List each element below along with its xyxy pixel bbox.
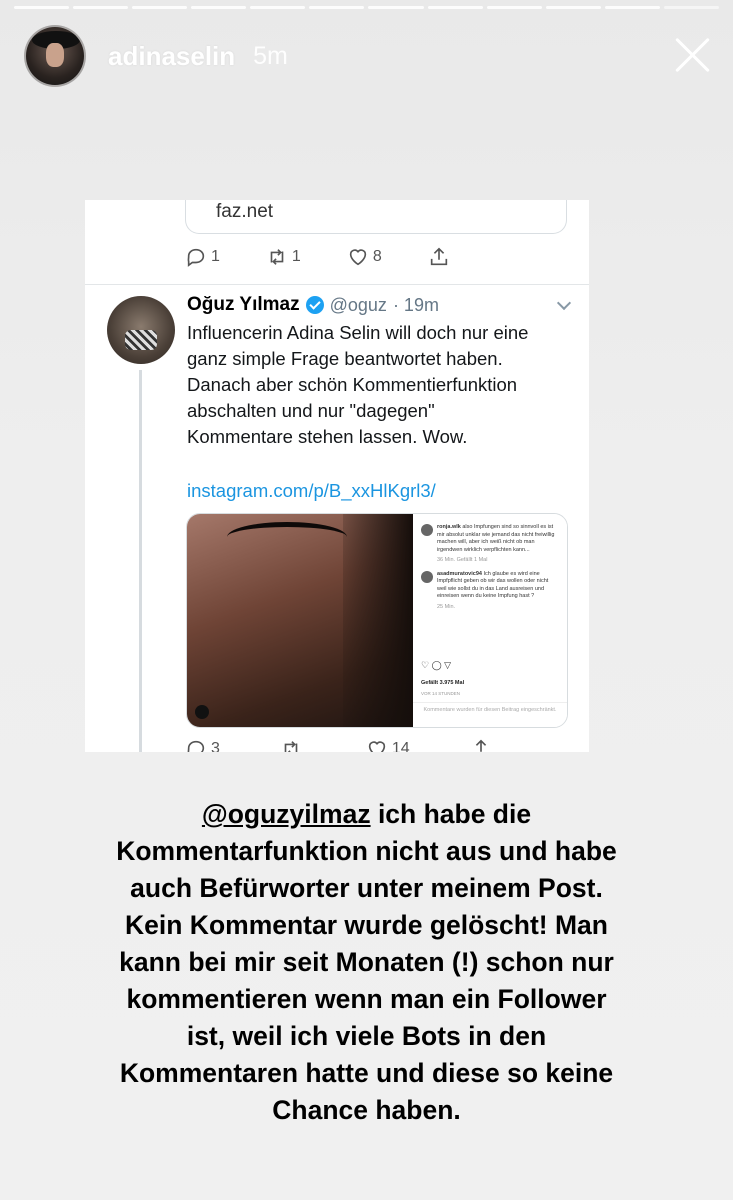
link-card: faz.net bbox=[185, 200, 567, 234]
caption-line-1: @oguzyilmaz ich habe die bbox=[40, 796, 693, 833]
tweet-actions: 1 1 8 bbox=[185, 246, 500, 268]
share-icon bbox=[430, 247, 447, 266]
comment: asadmuratovic94 Ich glaube es wird eine … bbox=[421, 570, 559, 612]
reply-count: 1 bbox=[211, 248, 220, 265]
comment-user: asadmuratovic94 bbox=[437, 570, 482, 577]
retweet-icon bbox=[284, 741, 298, 752]
comment-avatar bbox=[421, 524, 433, 536]
comments-restricted-note: Kommentare wurden für diesen Beitrag ein… bbox=[413, 702, 567, 715]
progress-segment bbox=[486, 6, 542, 9]
like-count: 14 bbox=[391, 740, 410, 752]
progress-segment bbox=[14, 6, 70, 9]
progress-segment bbox=[604, 6, 660, 9]
avatar[interactable] bbox=[24, 25, 86, 87]
tweet-bottom-actions: 3 14 bbox=[185, 738, 556, 752]
author-handle: @oguz bbox=[329, 294, 387, 315]
tweet-author-avatar bbox=[107, 296, 175, 364]
time-ago: 5m bbox=[253, 41, 288, 70]
heart-icon bbox=[368, 741, 386, 752]
like-action: 14 bbox=[366, 738, 410, 752]
progress-segment bbox=[250, 6, 306, 9]
user-tag-icon bbox=[195, 705, 209, 719]
story-header: adinaselin 5m bbox=[24, 24, 713, 88]
reply-action: 1 bbox=[185, 246, 220, 268]
chevron-down-icon bbox=[556, 295, 572, 311]
comment-avatar bbox=[421, 570, 433, 583]
retweet-count: 1 bbox=[291, 248, 301, 265]
post-action-icons: ♡ ◯ ▽ bbox=[421, 660, 452, 670]
progress-segment-current bbox=[663, 6, 719, 9]
like-action: 8 bbox=[347, 246, 382, 268]
story-caption: @oguzyilmaz ich habe die Kommentarfunkti… bbox=[40, 796, 693, 1129]
progress-segment bbox=[191, 6, 247, 9]
post-likes: Gefällt 3.975 Mal bbox=[421, 680, 465, 686]
progress-segment bbox=[309, 6, 365, 9]
tweet-author: Oğuz Yılmaz @oguz · 19m bbox=[187, 294, 439, 316]
caption-text: Kommentaren hatte und diese so keine bbox=[119, 1058, 614, 1088]
verified-icon bbox=[305, 296, 324, 314]
share-icon bbox=[475, 739, 486, 752]
divider bbox=[85, 284, 589, 285]
username[interactable]: adinaselin bbox=[108, 41, 235, 72]
progress-segment bbox=[132, 6, 188, 9]
tweet-link: instagram.com/p/B_xxHlKgrl3/ bbox=[187, 480, 436, 501]
progress-segment bbox=[545, 6, 601, 9]
post-comments-panel: ronja.wlk also Impfungen sind so sinnvol… bbox=[413, 514, 567, 727]
thread-line bbox=[139, 370, 142, 752]
retweet-icon bbox=[270, 249, 284, 265]
caption-text: ich habe die bbox=[370, 799, 532, 829]
caption-text: ist, weil ich viele Bots in den bbox=[186, 1021, 547, 1051]
comment-meta: 25 Min. bbox=[437, 603, 456, 610]
caption-text: kann bei mir seit Monaten (!) schon nur bbox=[119, 947, 614, 977]
heart-icon bbox=[349, 249, 366, 266]
reply-icon bbox=[187, 740, 205, 752]
tweet-screenshot: faz.net 1 1 8 Oğuz Yılmaz @oguz · 19m In… bbox=[85, 200, 589, 752]
progress-segment bbox=[73, 6, 129, 9]
comment-user: ronja.wlk bbox=[437, 524, 461, 530]
tweet-text: Influencerin Adina Selin will doch nur e… bbox=[187, 322, 529, 447]
tweet-time: · 19m bbox=[392, 294, 439, 315]
link-card-text: faz.net bbox=[216, 201, 274, 222]
retweet-action bbox=[280, 738, 306, 752]
caption-text: auch Befürworter unter meinem Post. bbox=[130, 873, 603, 903]
caption-text: Kommentarfunktion nicht aus und habe bbox=[116, 836, 617, 866]
close-icon[interactable] bbox=[673, 34, 713, 74]
post-photo bbox=[187, 514, 413, 727]
reply-count: 3 bbox=[211, 740, 220, 752]
comment: ronja.wlk also Impfungen sind so sinnvol… bbox=[421, 524, 559, 565]
like-count: 8 bbox=[372, 248, 382, 265]
reply-icon bbox=[187, 248, 205, 267]
retweet-action: 1 bbox=[266, 246, 301, 268]
progress-segment bbox=[427, 6, 483, 9]
reply-action: 3 bbox=[185, 738, 220, 752]
caption-mention[interactable]: @oguzyilmaz bbox=[202, 799, 371, 829]
comment-meta: 36 Min. Gefällt 1 Mal bbox=[437, 557, 488, 563]
share-action bbox=[428, 246, 454, 268]
progress-segment bbox=[368, 6, 424, 9]
story-progress-bar bbox=[14, 6, 719, 9]
embedded-instagram-post: ronja.wlk also Impfungen sind so sinnvol… bbox=[186, 513, 568, 728]
post-time: VOR 14 STUNDEN bbox=[421, 691, 461, 696]
share-action bbox=[470, 738, 496, 752]
caption-text: kommentieren wenn man ein Follower bbox=[126, 984, 607, 1014]
author-name: Oğuz Yılmaz bbox=[187, 294, 300, 315]
caption-text: Kein Kommentar wurde gelöscht! Man bbox=[125, 910, 608, 940]
caption-text: Chance haben. bbox=[272, 1095, 461, 1125]
